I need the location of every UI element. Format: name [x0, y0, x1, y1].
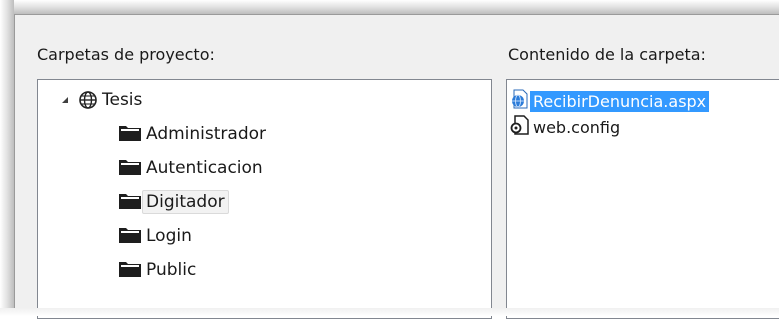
folder-label: Digitador — [142, 190, 229, 214]
config-file-icon — [510, 115, 530, 139]
window-shadow-bottom — [0, 308, 779, 316]
file-label: web.config — [533, 117, 621, 137]
file-item-webconfig[interactable]: web.config — [510, 114, 623, 140]
folder-label: Login — [146, 226, 192, 246]
tree-root-tesis[interactable]: Tesis — [60, 86, 146, 114]
folder-icon — [118, 156, 142, 181]
tree-item-administrador[interactable]: Administrador — [118, 120, 270, 148]
tree-item-login[interactable]: Login — [118, 222, 196, 250]
dialog-window: Carpetas de proyecto: Contenido de la ca… — [14, 14, 779, 319]
folder-icon — [118, 224, 142, 249]
expand-arrow-icon[interactable] — [60, 90, 74, 110]
file-item-recibirdenuncia[interactable]: RecibirDenuncia.aspx — [510, 88, 710, 114]
tree-item-autenticacion[interactable]: Autenticacion — [118, 154, 267, 182]
folder-icon — [118, 122, 142, 147]
folder-label: Public — [146, 260, 197, 280]
folder-icon — [118, 190, 142, 215]
window-shadow — [0, 0, 779, 14]
folder-icon — [118, 258, 142, 283]
file-label: RecibirDenuncia.aspx — [530, 90, 710, 112]
tree-item-public[interactable]: Public — [118, 256, 200, 284]
folder-contents-label: Contenido de la carpeta: — [508, 45, 706, 64]
project-folders-label: Carpetas de proyecto: — [37, 45, 215, 64]
folder-label: Autenticacion — [146, 158, 263, 178]
window-shadow-left — [0, 0, 14, 316]
project-folders-tree[interactable]: Tesis Administrador Autenticacion Digita… — [37, 79, 492, 319]
aspx-file-icon — [510, 89, 530, 113]
folder-label: Administrador — [146, 124, 267, 144]
folder-contents-list[interactable]: RecibirDenuncia.aspx web.config — [506, 79, 779, 319]
globe-icon — [78, 90, 98, 110]
tree-item-digitador[interactable]: Digitador — [118, 188, 229, 216]
tree-root-label: Tesis — [102, 90, 143, 110]
